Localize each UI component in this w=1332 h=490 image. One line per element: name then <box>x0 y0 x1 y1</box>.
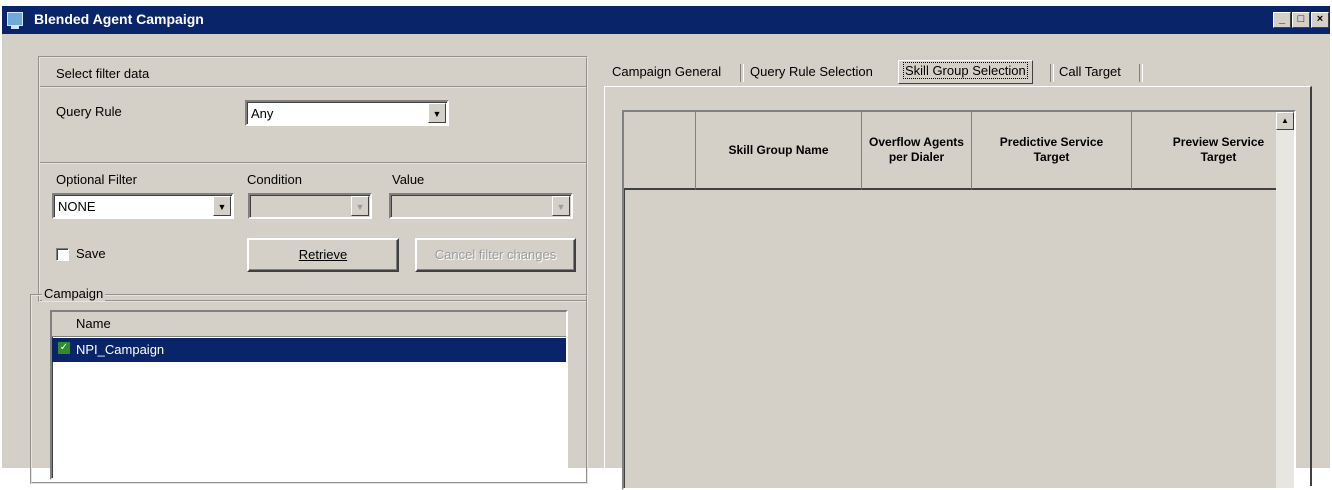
list-item[interactable]: ✓ NPI_Campaign <box>52 338 566 362</box>
tab-separator <box>740 64 744 82</box>
tab-separator <box>1050 64 1054 82</box>
filter-divider <box>40 162 586 164</box>
combo-arrow-icon[interactable]: ▼ <box>428 103 446 123</box>
combo-arrow-icon[interactable]: ▼ <box>552 196 570 216</box>
retrieve-button-label: Retrieve <box>298 247 348 262</box>
combo-arrow-icon[interactable]: ▼ <box>213 196 231 216</box>
grid-header-skill-group-name[interactable]: Skill Group Name <box>696 112 862 190</box>
optional-filter-label: Optional Filter <box>56 172 137 187</box>
retrieve-button[interactable]: Retrieve <box>247 238 399 272</box>
app-icon <box>7 12 23 29</box>
query-rule-label: Query Rule <box>56 104 122 119</box>
tab-skill-group-selection-label: Skill Group Selection <box>903 62 1028 79</box>
tab-call-target[interactable]: Call Target <box>1055 62 1125 84</box>
campaign-column-name: Name <box>76 316 111 331</box>
grid-vertical-scrollbar[interactable]: ▲ <box>1276 112 1294 488</box>
grid-header-predictive-service-target[interactable]: Predictive Service Target <box>972 112 1132 190</box>
campaign-item-name: NPI_Campaign <box>76 342 165 357</box>
skill-group-grid[interactable]: Skill Group Name Overflow Agents per Dia… <box>622 110 1296 490</box>
value-combo[interactable]: ▼ <box>389 193 573 219</box>
campaign-group-label: Campaign <box>42 286 106 301</box>
value-label: Value <box>392 172 425 187</box>
window-title: Blended Agent Campaign <box>34 11 204 27</box>
scroll-up-icon[interactable]: ▲ <box>1276 112 1294 130</box>
condition-label: Condition <box>247 172 302 187</box>
close-icon[interactable]: × <box>1311 12 1329 28</box>
save-label: Save <box>76 246 106 261</box>
combo-arrow-icon[interactable]: ▼ <box>351 196 369 216</box>
tab-campaign-general[interactable]: Campaign General <box>608 62 725 84</box>
optional-filter-value: NONE <box>58 199 96 214</box>
grid-header-overflow-agents[interactable]: Overflow Agents per Dialer <box>862 112 972 190</box>
tab-separator <box>1139 64 1143 82</box>
condition-combo[interactable]: ▼ <box>248 193 372 219</box>
window-client-area: Select filter data Query Rule Any ▼ Opti… <box>2 34 1330 490</box>
checkmark-icon: ✓ <box>58 342 70 354</box>
tab-skill-group-selection[interactable]: Skill Group Selection <box>898 60 1033 84</box>
filter-panel: Select filter data Query Rule Any ▼ Opti… <box>38 56 588 302</box>
filter-group-label: Select filter data <box>56 66 150 81</box>
optional-filter-combo[interactable]: NONE ▼ <box>52 193 234 219</box>
cancel-filter-changes-button[interactable]: Cancel filter changes <box>415 238 576 272</box>
cancel-filter-changes-label: Cancel filter changes <box>434 247 557 262</box>
query-rule-combo[interactable]: Any ▼ <box>245 100 449 126</box>
grid-header-preview-service-target[interactable]: Preview Service Target <box>1132 112 1278 190</box>
campaign-list-header[interactable]: Name <box>52 312 566 337</box>
minimize-icon[interactable]: _ <box>1273 12 1291 28</box>
tab-query-rule-selection[interactable]: Query Rule Selection <box>746 62 877 84</box>
query-rule-value: Any <box>251 106 274 121</box>
maximize-icon[interactable]: □ <box>1292 12 1310 28</box>
campaign-list[interactable]: Name ✓ NPI_Campaign <box>50 310 568 480</box>
grid-header-row-selector[interactable] <box>624 112 696 190</box>
save-checkbox[interactable] <box>56 248 69 261</box>
title-bar: Blended Agent Campaign _ □ × <box>0 0 1332 34</box>
